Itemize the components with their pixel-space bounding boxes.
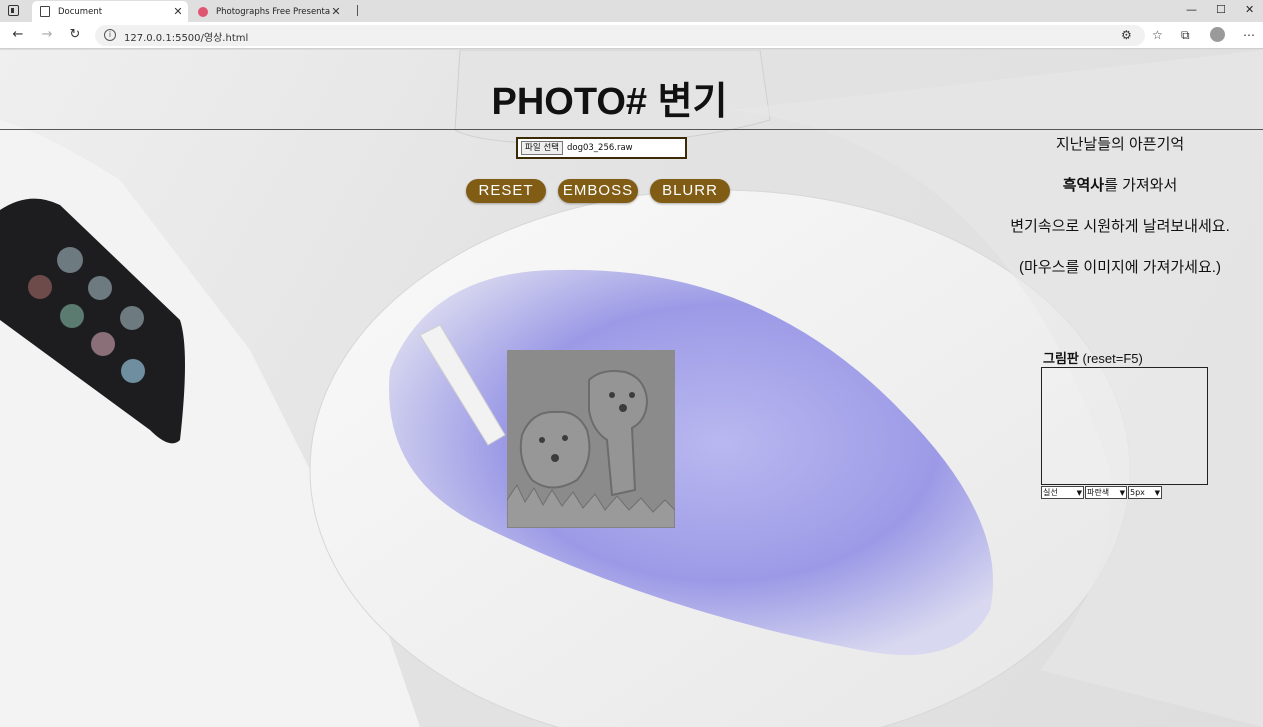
side-line-3: 변기속으로 시원하게 날려보내세요. xyxy=(1010,218,1230,235)
info-icon[interactable]: i xyxy=(104,29,116,41)
favorites-icon[interactable]: ☆ xyxy=(1152,28,1163,42)
address-bar: ← → ↻ i 127.0.0.1:5500/영상.html ⚙ ☆ ⧉ ⋯ xyxy=(0,22,1263,49)
profile-icon[interactable] xyxy=(1210,27,1225,42)
side-line-1: 지난날들의 아픈기억 xyxy=(1055,136,1185,153)
file-input[interactable]: 파일 선택 dog03_256.raw xyxy=(516,137,687,159)
width-value: 5px xyxy=(1130,488,1145,497)
collections-icon[interactable]: ⧉ xyxy=(1181,28,1190,43)
canvas-label: 그림판 (reset=F5) xyxy=(1043,348,1143,367)
tab-actions-icon[interactable] xyxy=(6,4,22,18)
close-window-icon[interactable]: ✕ xyxy=(1245,3,1254,16)
line-style-value: 실선 xyxy=(1043,488,1058,497)
reset-button[interactable]: RESET xyxy=(466,179,546,203)
new-tab-divider xyxy=(357,5,358,16)
side-line-2-bold: 흑역사 xyxy=(1062,177,1105,194)
emboss-button[interactable]: EMBOSS xyxy=(558,179,638,203)
tab-document[interactable]: Document ✕ xyxy=(32,1,188,22)
back-icon[interactable]: ← xyxy=(10,27,26,42)
maximize-icon[interactable]: ☐ xyxy=(1216,3,1226,16)
width-select[interactable]: 5px ▼ xyxy=(1128,486,1162,499)
side-line-4: (마우스를 이미지에 가져가세요.) xyxy=(1019,259,1221,276)
document-icon xyxy=(40,6,50,17)
close-icon[interactable]: ✕ xyxy=(330,5,342,18)
selected-file-name: dog03_256.raw xyxy=(566,143,633,153)
site-icon xyxy=(198,6,208,17)
side-line-2: 흑역사를 가져와서 xyxy=(980,174,1260,195)
url-text: 127.0.0.1:5500/영상.html xyxy=(124,33,249,44)
color-select[interactable]: 파란색 ▼ xyxy=(1085,486,1127,499)
forward-icon[interactable]: → xyxy=(39,27,55,42)
line-style-select[interactable]: 실선 ▼ xyxy=(1041,486,1084,499)
minimize-icon[interactable]: — xyxy=(1186,3,1197,16)
blur-button[interactable]: BLURR xyxy=(650,179,730,203)
canvas-label-hint: (reset=F5) xyxy=(1078,351,1143,366)
refresh-icon[interactable]: ↻ xyxy=(67,27,83,42)
color-value: 파란색 xyxy=(1087,488,1110,497)
drawing-canvas[interactable] xyxy=(1041,367,1208,485)
canvas-label-bold: 그림판 xyxy=(1043,351,1079,366)
tab-title: Document xyxy=(58,6,103,17)
menu-icon[interactable]: ⋯ xyxy=(1243,28,1255,42)
embossed-dog-photo xyxy=(507,350,675,528)
title-divider xyxy=(0,129,1263,130)
close-icon[interactable]: ✕ xyxy=(172,5,184,18)
tab-title: Photographs Free Presentation ... xyxy=(216,6,330,17)
tab-photographs[interactable]: Photographs Free Presentation ... ✕ xyxy=(190,1,346,22)
page-title: PHOTO# 변기 xyxy=(491,81,728,123)
extension-icon[interactable]: ⚙ xyxy=(1121,28,1132,42)
url-field[interactable]: i 127.0.0.1:5500/영상.html xyxy=(95,25,1145,46)
chevron-down-icon: ▼ xyxy=(1119,488,1125,497)
processed-image[interactable] xyxy=(507,350,675,528)
chevron-down-icon: ▼ xyxy=(1154,488,1160,497)
chevron-down-icon: ▼ xyxy=(1076,488,1082,497)
file-select-button[interactable]: 파일 선택 xyxy=(521,141,563,155)
side-line-2-rest: 를 가져와서 xyxy=(1104,177,1178,194)
page-body: PHOTO# 변기 파일 선택 dog03_256.raw RESET EMBO… xyxy=(0,50,1263,727)
tab-bar: Document ✕ Photographs Free Presentation… xyxy=(0,0,1263,22)
